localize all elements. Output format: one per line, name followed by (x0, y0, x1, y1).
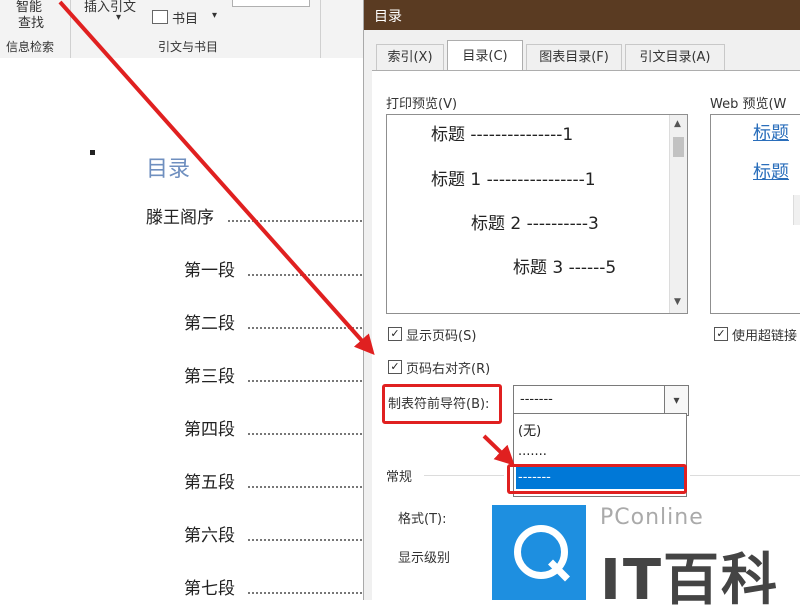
annotation-arrow (58, 0, 375, 355)
watermark-brand-cn: IT百科 (600, 548, 780, 613)
watermark-logo (492, 505, 586, 600)
annotation-arrow (482, 434, 515, 466)
watermark-brand-en: PConline (600, 505, 704, 530)
